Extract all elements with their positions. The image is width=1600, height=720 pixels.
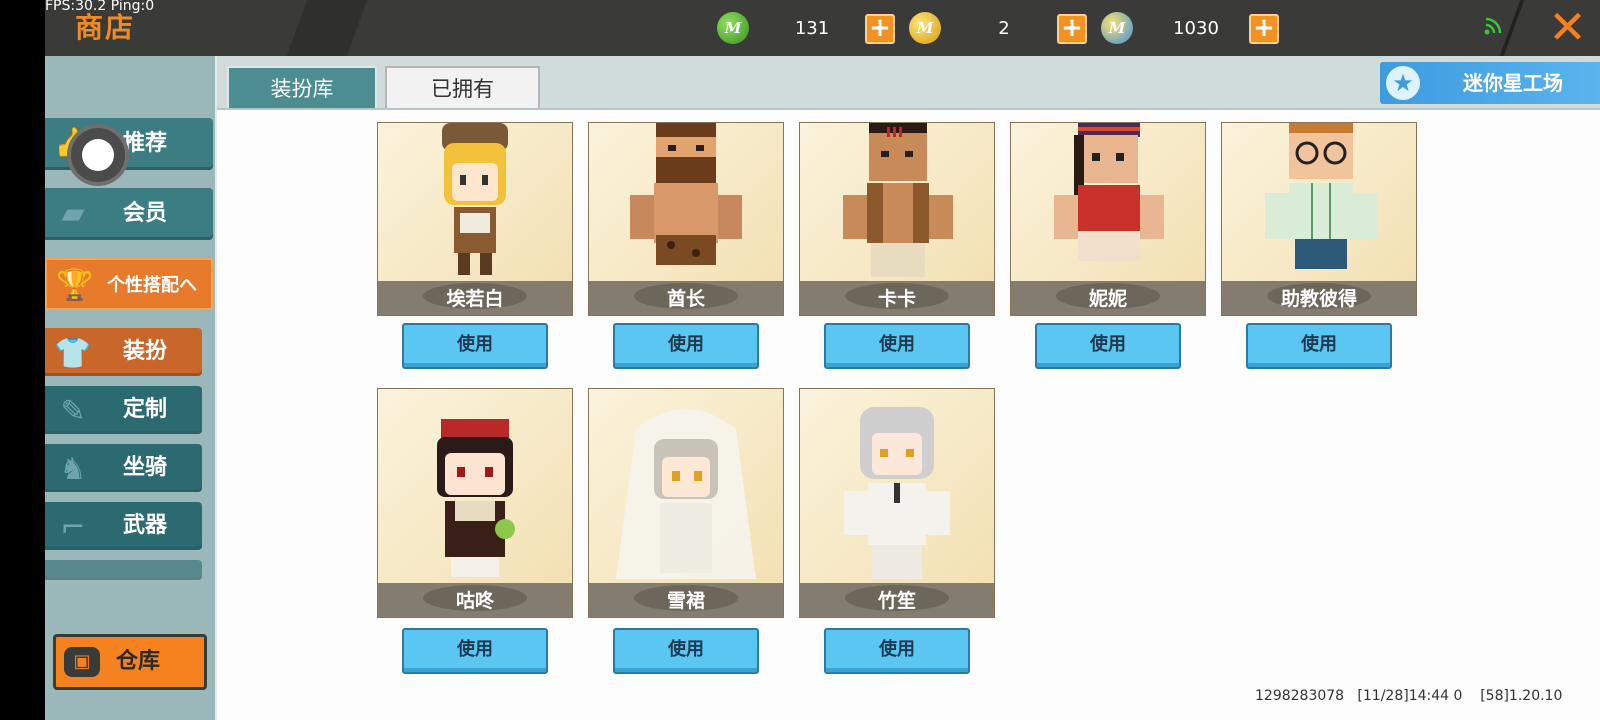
page-title: 商店: [75, 11, 136, 44]
gold-amount: 2: [998, 18, 1010, 39]
tab-costume-library[interactable]: 装扮库: [227, 66, 377, 108]
vip-icon: ▰: [61, 196, 85, 231]
footer-info: 1298283078 [11/28]14:44 0 [58]1.20.10: [1255, 688, 1563, 704]
decor-stripe: [286, 0, 368, 56]
costume-grid: 埃若白 使用 酋长 使用 卡卡 使用 妮妮 使用 助教彼得 使用 咕咚 使用 雪…: [217, 110, 1600, 720]
costume-name: 助教彼得: [1280, 288, 1357, 310]
sidebar-item-label: 定制: [123, 397, 168, 422]
warehouse-button[interactable]: ▣ 仓库: [53, 634, 207, 690]
use-button[interactable]: 使用: [1035, 323, 1181, 369]
green-gem-icon: M: [717, 12, 749, 44]
costume-card[interactable]: 埃若白: [377, 122, 573, 316]
costume-name: 卡卡: [877, 288, 916, 310]
character-figure: [616, 409, 756, 579]
costume-card[interactable]: 竹笙: [799, 388, 995, 618]
character-figure: [437, 419, 515, 577]
costume-name: 埃若白: [446, 288, 504, 310]
character-figure: [442, 123, 508, 275]
trophy-icon: 🏆: [56, 268, 94, 303]
sidebar-item-weapon[interactable]: ⌐ 武器: [45, 502, 202, 550]
use-button[interactable]: 使用: [402, 323, 548, 369]
joystick[interactable]: [67, 124, 129, 186]
use-button[interactable]: 使用: [613, 628, 759, 674]
chest-icon: ▣: [64, 647, 100, 677]
joystick-knob[interactable]: [82, 139, 114, 171]
sidebar-item-label: 个性搭配へ: [107, 275, 197, 296]
sidebar-item-costume[interactable]: 👕 装扮: [45, 328, 202, 376]
costume-card[interactable]: 妮妮: [1010, 122, 1206, 316]
star-icon: ★: [1386, 66, 1420, 100]
gold-coin-icon: M: [909, 12, 941, 44]
add-gold-button[interactable]: +: [1057, 14, 1087, 44]
character-figure: [844, 407, 950, 579]
costume-card[interactable]: 酋长: [588, 122, 784, 316]
sidebar-item-label: 推荐: [123, 131, 168, 156]
sidebar-item-label: 武器: [123, 513, 168, 538]
mini-workshop-button[interactable]: ★ 迷你星工场: [1380, 62, 1600, 104]
tab-owned[interactable]: 已拥有: [385, 66, 540, 108]
warehouse-label: 仓库: [116, 649, 161, 674]
sidebar-item-custom[interactable]: ✎ 定制: [45, 386, 202, 434]
mount-icon: ♞: [59, 452, 87, 487]
costume-name: 酋长: [666, 288, 705, 310]
mini-amount: 1030: [1173, 18, 1219, 39]
sidebar-item-label: 坐骑: [123, 455, 168, 480]
close-icon[interactable]: ✕: [1535, 0, 1600, 56]
costume-name: 雪裙: [666, 590, 705, 612]
add-gem-button[interactable]: +: [865, 14, 895, 44]
costume-name: 妮妮: [1088, 288, 1127, 310]
costume-card[interactable]: 助教彼得: [1221, 122, 1417, 316]
sidebar: 👍 推荐 ▰ 会员 🏆 个性搭配へ 👕 装扮 ✎ 定制 ♞ 坐骑 ⌐ 武器: [45, 56, 215, 720]
top-bar: FPS:30.2 Ping:0 商店 M 131 + M 2 + M 1030 …: [45, 0, 1600, 56]
workshop-label: 迷你星工场: [1463, 71, 1563, 95]
sidebar-item-label: 会员: [123, 201, 168, 226]
tab-bar: 装扮库 已拥有 ★ 迷你星工场: [217, 56, 1600, 110]
add-mini-button[interactable]: +: [1249, 14, 1279, 44]
use-button[interactable]: 使用: [402, 628, 548, 674]
use-button[interactable]: 使用: [824, 323, 970, 369]
sidebar-item-vip[interactable]: ▰ 会员: [45, 188, 213, 240]
app-window: FPS:30.2 Ping:0 商店 M 131 + M 2 + M 1030 …: [45, 0, 1600, 720]
use-button[interactable]: 使用: [1246, 323, 1392, 369]
sidebar-item-label: 装扮: [123, 339, 168, 364]
sidebar-item-mount[interactable]: ♞ 坐骑: [45, 444, 202, 492]
costume-card[interactable]: 雪裙: [588, 388, 784, 618]
gem-amount: 131: [794, 18, 830, 39]
costume-card[interactable]: 咕咚: [377, 388, 573, 618]
sidebar-item-partial[interactable]: [45, 560, 202, 580]
character-figure: [1054, 123, 1164, 261]
shirt-icon: 👕: [54, 336, 92, 371]
pencil-icon: ✎: [60, 394, 86, 429]
character-figure: [630, 123, 742, 265]
character-figure: [843, 123, 953, 277]
use-button[interactable]: 使用: [613, 323, 759, 369]
use-button[interactable]: 使用: [824, 628, 970, 674]
costume-name: 咕咚: [455, 590, 494, 612]
costume-name: 竹笙: [877, 590, 916, 612]
sidebar-item-outfit-group[interactable]: 🏆 个性搭配へ: [45, 258, 213, 310]
character-figure: [1265, 123, 1377, 269]
mini-coin-icon: M: [1101, 12, 1133, 44]
costume-card[interactable]: 卡卡: [799, 122, 995, 316]
signal-icon: [1484, 17, 1502, 35]
gun-icon: ⌐: [60, 510, 86, 545]
